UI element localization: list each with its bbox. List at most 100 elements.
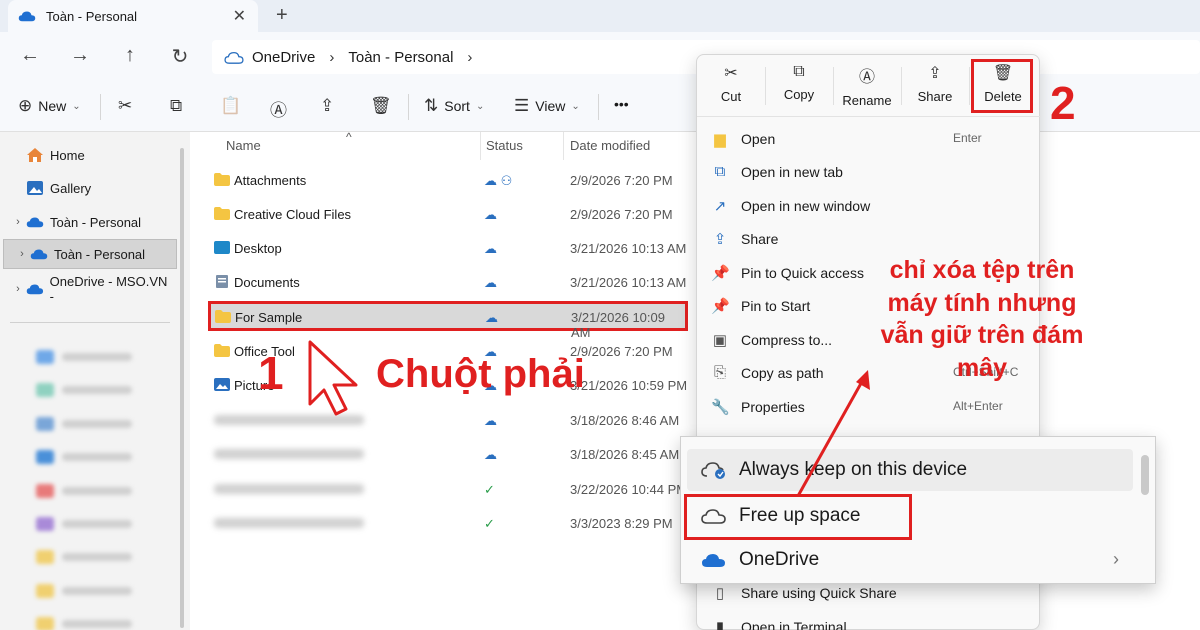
synced-check-icon: ✓ (484, 482, 495, 497)
divider (10, 322, 170, 323)
forward-button[interactable]: → (68, 44, 92, 67)
divider (100, 94, 101, 120)
pin-icon: 📌 (711, 298, 730, 315)
table-row-selected[interactable]: For Sample ☁ 3/21/2026 10:09 AM (208, 301, 688, 340)
wrench-icon: 🔧 (711, 399, 730, 416)
up-button[interactable]: ↑ (118, 44, 142, 67)
divider (901, 67, 902, 105)
step-2-label: 2 (1050, 77, 1076, 129)
sidebar-scrollbar[interactable] (180, 148, 184, 628)
date-modified: 3/21/2026 10:59 PM (570, 378, 688, 393)
table-row[interactable]: ☁ 3/18/2026 8:46 AM (210, 405, 688, 435)
copy-button[interactable]: ⧉ (170, 96, 182, 116)
sort-ascending-icon: ^ (346, 130, 352, 144)
menu-item-open[interactable]: ▆ Open Enter (697, 123, 1041, 155)
menu-item-onedrive[interactable]: OneDrive (687, 539, 1133, 581)
new-tab-icon: ⧉ (714, 163, 726, 180)
cloud-icon (224, 51, 244, 64)
share-icon: ⇪ (928, 65, 942, 82)
table-row[interactable]: ✓ 3/22/2026 10:44 PM (210, 474, 688, 504)
table-row[interactable]: Desktop ☁ 3/21/2026 10:13 AM (210, 233, 688, 263)
sidebar-item-onedrive-mso[interactable]: › OneDrive - MSO.VN - (0, 274, 174, 304)
column-header-status[interactable]: Status (486, 138, 523, 153)
chevron-down-icon: ⌄ (475, 100, 485, 112)
submenu-scrollbar[interactable] (1141, 455, 1149, 495)
menu-item-share[interactable]: ⇪ Share (697, 223, 1041, 255)
folder-icon (215, 310, 231, 323)
column-divider[interactable] (480, 132, 481, 160)
new-button[interactable]: ⊕ New ⌄ (18, 96, 81, 116)
menu-item-label: Open (741, 131, 776, 147)
file-name: For Sample (235, 310, 303, 325)
onedrive-cloud-icon (18, 11, 36, 22)
rename-icon: Ⓐ (270, 101, 287, 120)
table-row[interactable]: ☁ 3/18/2026 8:45 AM (210, 439, 688, 469)
sort-button[interactable]: ⇅ Sort ⌄ (424, 96, 484, 116)
menu-item-open-new-tab[interactable]: ⧉ Open in new tab (697, 156, 1041, 188)
plus-circle-icon: ⊕ (18, 96, 33, 115)
sidebar-item-home[interactable]: Home (0, 140, 174, 170)
chevron-right-icon[interactable]: › (10, 283, 26, 295)
back-button[interactable]: ← (18, 44, 42, 67)
table-row[interactable]: ✓ 3/3/2023 8:29 PM (210, 508, 688, 538)
table-row[interactable]: Creative Cloud Files ☁ 2/9/2026 7:20 PM (210, 199, 688, 229)
file-name: Attachments (234, 173, 307, 188)
sync-status-icon: ☁ (484, 275, 497, 290)
menu-item-label: Open in new window (741, 198, 871, 214)
blurred-sidebar-item (36, 450, 156, 464)
paste-button[interactable]: 📋 (220, 96, 241, 116)
device-icon: ▯ (715, 585, 725, 602)
column-divider[interactable] (563, 132, 564, 160)
chevron-right-icon[interactable]: › (10, 216, 26, 228)
rename-action[interactable]: Ⓐ Rename (835, 63, 899, 108)
cut-button[interactable]: ✂ (118, 96, 132, 116)
onedrive-cloud-icon (26, 217, 44, 228)
rename-icon: Ⓐ (858, 69, 875, 86)
date-modified: 3/22/2026 10:44 PM (570, 482, 688, 497)
sidebar-item-toan-personal[interactable]: › Toàn - Personal (0, 207, 174, 237)
more-icon: ••• (614, 96, 629, 112)
sidebar-item-toan-personal-selected[interactable]: › Toàn - Personal (3, 239, 177, 269)
file-name: Documents (234, 275, 300, 290)
column-header-date-modified[interactable]: Date modified (570, 138, 650, 153)
breadcrumb-separator[interactable]: › (467, 49, 472, 66)
date-modified: 2/9/2026 7:20 PM (570, 344, 673, 359)
copy-icon: ⧉ (170, 96, 183, 115)
rename-button[interactable]: Ⓐ (270, 96, 287, 121)
scissors-icon: ✂ (724, 65, 738, 82)
delete-highlight-box (971, 59, 1033, 113)
breadcrumb-toan-personal[interactable]: Toàn - Personal (348, 49, 453, 66)
menu-item-open-terminal[interactable]: ▮ Open in Terminal (697, 611, 1041, 630)
menu-item-always-keep[interactable]: Always keep on this device (687, 449, 1133, 491)
menu-item-label: Compress to... (741, 332, 833, 348)
sync-status-icon: ☁ (484, 413, 497, 428)
share-button[interactable]: ⇪ (320, 96, 334, 116)
share-action[interactable]: ⇪ Share (903, 63, 967, 104)
view-button[interactable]: ☰ View ⌄ (514, 96, 580, 116)
menu-item-label: Open in new tab (741, 164, 843, 180)
sidebar-item-gallery[interactable]: Gallery (0, 173, 174, 203)
breadcrumb-onedrive[interactable]: OneDrive (252, 49, 315, 66)
onedrive-cloud-icon (26, 284, 43, 295)
sidebar-item-label: Toàn - Personal (50, 214, 142, 230)
close-tab-icon[interactable]: ✕ (233, 6, 246, 26)
sidebar-item-label: OneDrive - MSO.VN - (49, 274, 168, 304)
copy-action[interactable]: ⧉ Copy (767, 63, 831, 102)
clipboard-icon: 📋 (220, 96, 242, 115)
column-header-name[interactable]: Name (226, 138, 261, 153)
action-label: Rename (842, 93, 892, 108)
chevron-right-icon[interactable]: › (14, 248, 30, 260)
menu-item-open-new-window[interactable]: ↗ Open in new window (697, 190, 1041, 222)
divider (765, 67, 766, 105)
new-label: New (38, 98, 67, 114)
cut-action[interactable]: ✂ Cut (699, 63, 763, 104)
table-row[interactable]: Attachments ☁ ⚇ 2/9/2026 7:20 PM (210, 165, 688, 195)
more-button[interactable]: ••• (614, 96, 629, 112)
table-row[interactable]: Documents ☁ 3/21/2026 10:13 AM (210, 267, 688, 297)
refresh-button[interactable]: ↻ (168, 44, 192, 69)
tab-toan-personal[interactable]: Toàn - Personal ✕ (8, 0, 258, 32)
pictures-folder-icon (214, 378, 230, 391)
blurred-sidebar-item (36, 417, 156, 431)
new-tab-button[interactable]: + (276, 4, 288, 27)
delete-button[interactable]: 🗑 (370, 96, 392, 116)
